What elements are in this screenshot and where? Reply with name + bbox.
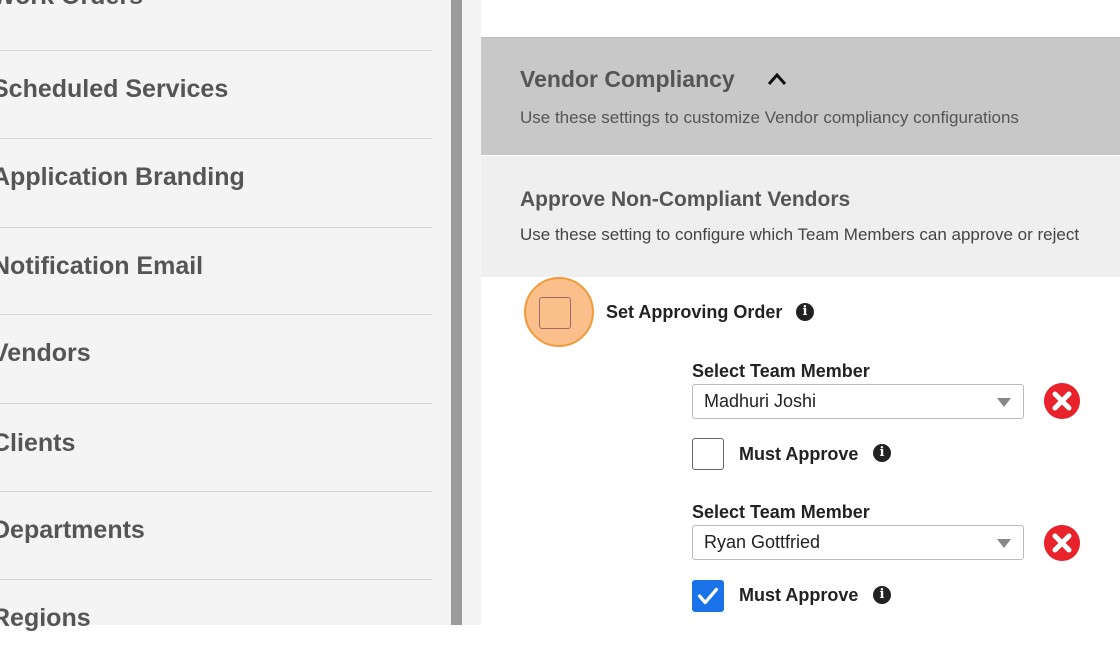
team-member-select[interactable]: Ryan Gottfried — [692, 525, 1024, 560]
chevron-up-icon[interactable] — [767, 71, 787, 87]
sidebar-item-label: Notification Email — [0, 252, 204, 280]
must-approve-label: Must Approve — [739, 444, 859, 464]
chevron-down-icon — [997, 539, 1011, 548]
remove-icon[interactable] — [1044, 525, 1080, 561]
select-team-member-label: Select Team Member — [692, 502, 870, 522]
sidebar-item-vendors[interactable]: Vendors — [0, 315, 432, 404]
chevron-down-icon — [997, 398, 1011, 407]
section-title: Vendor Compliancy — [520, 66, 735, 92]
must-approve-checkbox[interactable] — [692, 438, 724, 470]
main-gutter — [462, 0, 481, 625]
top-band — [481, 0, 1120, 38]
section-header-vendor-compliancy[interactable]: Vendor Compliancy Use these settings to … — [481, 38, 1120, 155]
sidebar-item-scheduled-services[interactable]: Scheduled Services — [0, 51, 432, 139]
info-icon[interactable]: i — [796, 303, 814, 321]
select-team-member-label: Select Team Member — [692, 361, 870, 381]
sidebar-item-label: Scheduled Services — [0, 75, 229, 103]
must-approve-label: Must Approve — [739, 585, 859, 605]
sidebar-item-regions[interactable]: Regions — [0, 580, 432, 670]
info-icon[interactable]: i — [873, 586, 891, 604]
sidebar-item-label: Work Orders — [0, 0, 143, 11]
set-approving-order-label: Set Approving Order — [606, 302, 783, 322]
info-icon[interactable]: i — [873, 444, 891, 462]
sidebar-item-label: Clients — [0, 429, 76, 457]
sidebar-item-application-branding[interactable]: Application Branding — [0, 139, 432, 228]
sidebar-item-clients[interactable]: Clients — [0, 404, 432, 492]
must-approve-checkbox-checked[interactable] — [692, 580, 724, 612]
team-member-value: Madhuri Joshi — [704, 391, 817, 411]
subsection-description: Use these setting to configure which Tea… — [520, 225, 1080, 244]
subsection-approve-non-compliant: Approve Non-Compliant Vendors Use these … — [481, 156, 1120, 277]
sidebar-item-work-orders[interactable]: Work Orders — [0, 0, 432, 51]
sidebar-item-label: Vendors — [0, 339, 91, 367]
team-member-value: Ryan Gottfried — [704, 532, 821, 552]
sidebar-item-label: Regions — [0, 604, 91, 632]
section-description: Use these settings to customize Vendor c… — [520, 108, 1019, 127]
subsection-title: Approve Non-Compliant Vendors — [520, 188, 851, 211]
sidebar-item-departments[interactable]: Departments — [0, 492, 432, 580]
team-member-select[interactable]: Madhuri Joshi — [692, 384, 1024, 419]
sidebar-item-label: Departments — [0, 516, 145, 544]
remove-icon[interactable] — [1044, 383, 1080, 419]
panel-divider[interactable] — [451, 0, 462, 625]
main-content: Vendor Compliancy Use these settings to … — [481, 0, 1120, 625]
settings-sidebar: Work Orders Scheduled Services Applicati… — [0, 0, 451, 632]
sidebar-item-label: Application Branding — [0, 163, 245, 191]
set-approving-order-checkbox[interactable] — [539, 297, 571, 329]
sidebar-item-notification-email[interactable]: Notification Email — [0, 228, 432, 315]
